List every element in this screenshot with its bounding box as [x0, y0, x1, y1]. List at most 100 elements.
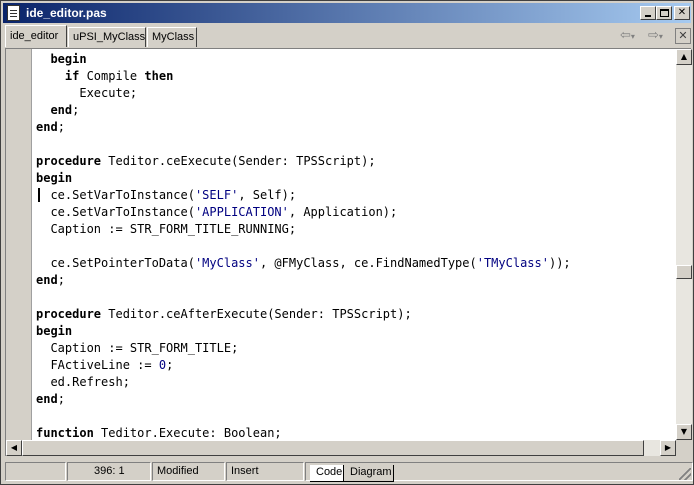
maximize-icon: [660, 9, 669, 17]
chevron-down-icon: ▼: [680, 427, 688, 436]
tab-code[interactable]: Code: [310, 465, 344, 482]
code-line[interactable]: procedure Teditor.ceExecute(Sender: TPSS…: [36, 153, 672, 170]
forward-dropdown-icon: ▾: [658, 32, 663, 41]
code-line[interactable]: end;: [36, 272, 672, 289]
code-keyword: begin: [36, 171, 73, 185]
code-keyword: function: [36, 426, 94, 439]
code-line[interactable]: procedure Teditor.ceAfterExecute(Sender:…: [36, 306, 672, 323]
close-tab-button[interactable]: ✕: [675, 28, 691, 44]
code-line[interactable]: Caption := STR_FORM_TITLE;: [36, 340, 672, 357]
code-line[interactable]: FActiveLine := 0;: [36, 357, 672, 374]
code-line[interactable]: Caption := STR_FORM_TITLE_RUNNING;: [36, 221, 672, 238]
close-window-button[interactable]: ✕: [674, 6, 690, 20]
minimize-icon: [645, 15, 651, 17]
code-keyword: then: [144, 69, 174, 83]
code-text: ));: [548, 256, 571, 270]
tab-upsi-myclass[interactable]: uPSI_MyClass: [68, 27, 146, 47]
code-text: Compile: [79, 69, 145, 83]
code-literal: 'APPLICATION': [194, 205, 289, 219]
code-line[interactable]: begin: [36, 51, 672, 68]
code-line[interactable]: ce.SetVarToInstance('SELF', Self);: [36, 187, 672, 204]
code-text: Teditor.ceAfterExecute(Sender: TPSScript…: [101, 307, 412, 321]
code-keyword: procedure: [36, 154, 102, 168]
horizontal-scrollbar[interactable]: ◀ ▶: [6, 440, 676, 456]
code-line[interactable]: end;: [36, 102, 672, 119]
text-caret: [38, 188, 40, 202]
back-glyph: ⇦: [620, 28, 631, 43]
chevron-up-icon: ▲: [680, 52, 688, 61]
code-text: , Self);: [238, 188, 297, 202]
code-line[interactable]: ce.SetVarToInstance('APPLICATION', Appli…: [36, 204, 672, 221]
vertical-scrollbar[interactable]: ▲ ▼: [676, 49, 692, 440]
cursor-position: 396: 1: [67, 462, 151, 481]
tab-diagram[interactable]: Diagram: [344, 465, 394, 482]
scroll-up-button[interactable]: ▲: [676, 49, 692, 65]
code-line[interactable]: [36, 408, 672, 425]
code-text: ce.SetVarToInstance(: [36, 188, 195, 202]
code-keyword: begin: [36, 324, 73, 338]
editor-gutter[interactable]: [6, 49, 32, 440]
title-bar[interactable]: ide_editor.pas ✕: [3, 3, 691, 23]
code-text: ;: [166, 358, 174, 372]
resize-grip-icon[interactable]: [679, 468, 691, 480]
code-keyword: end: [36, 392, 58, 406]
window-title: ide_editor.pas: [26, 6, 107, 20]
close-icon: ✕: [677, 7, 687, 18]
code-line[interactable]: [36, 238, 672, 255]
code-line[interactable]: function Teditor.Execute: Boolean;: [36, 425, 672, 439]
code-text: Execute;: [36, 86, 138, 100]
arrow-left-icon[interactable]: ⇦▾: [620, 29, 642, 44]
code-line[interactable]: Execute;: [36, 85, 672, 102]
back-dropdown-icon: ▾: [630, 32, 635, 41]
code-line[interactable]: [36, 136, 672, 153]
code-keyword: procedure: [36, 307, 102, 321]
code-text: , @FMyClass, ce.FindNamedType(: [259, 256, 477, 270]
code-editor[interactable]: begin if Compile then Execute; end; end; p…: [5, 48, 692, 456]
code-literal: 'SELF': [194, 188, 239, 202]
close-tab-icon: ✕: [678, 29, 688, 42]
tab-ide-editor[interactable]: ide_editor: [5, 25, 67, 47]
code-keyword: if: [64, 69, 80, 83]
code-text: ce.SetVarToInstance(: [36, 205, 195, 219]
status-bar: 396: 1 Modified Insert Code Diagram: [3, 460, 693, 482]
code-text: ;: [57, 392, 65, 406]
code-line[interactable]: begin: [36, 323, 672, 340]
code-line[interactable]: end;: [36, 119, 672, 136]
code-keyword: end: [36, 273, 58, 287]
code-line[interactable]: begin: [36, 170, 672, 187]
code-line[interactable]: if Compile then: [36, 68, 672, 85]
insert-mode-indicator: Insert: [226, 462, 304, 481]
minimize-button[interactable]: [640, 6, 656, 20]
code-literal: 0: [158, 358, 167, 372]
scroll-right-button[interactable]: ▶: [660, 440, 676, 456]
code-line[interactable]: ce.SetPointerToData('MyClass', @FMyClass…: [36, 255, 672, 272]
code-literal: 'MyClass': [194, 256, 260, 270]
scroll-left-button[interactable]: ◀: [6, 440, 22, 456]
code-keyword: end: [50, 103, 73, 117]
code-area[interactable]: begin if Compile then Execute; end; end; p…: [36, 51, 672, 439]
view-tabs-panel: Code Diagram: [305, 462, 693, 482]
chevron-right-icon: ▶: [664, 443, 672, 452]
code-text: ed.Refresh;: [36, 375, 130, 389]
code-text: ;: [57, 120, 65, 134]
code-line[interactable]: ed.Refresh;: [36, 374, 672, 391]
code-text: ce.SetPointerToData(: [36, 256, 195, 270]
code-line[interactable]: [36, 289, 672, 306]
code-line[interactable]: end;: [36, 391, 672, 408]
code-literal: 'TMyClass': [476, 256, 549, 270]
maximize-button[interactable]: [656, 6, 672, 20]
forward-glyph: ⇨: [648, 28, 659, 43]
arrow-right-icon[interactable]: ⇨▾: [648, 29, 670, 44]
file-tab-bar: ide_editor uPSI_MyClass MyClass ⇦▾ ⇨▾ ✕: [3, 25, 693, 47]
horizontal-scroll-thumb[interactable]: [22, 440, 644, 456]
status-panel-empty: [5, 462, 66, 481]
document-icon: [7, 5, 20, 21]
code-text: Caption := STR_FORM_TITLE;: [36, 341, 239, 355]
vertical-scroll-thumb[interactable]: [676, 265, 692, 280]
tab-myclass[interactable]: MyClass: [147, 27, 197, 47]
scroll-down-button[interactable]: ▼: [676, 424, 692, 440]
code-text: FActiveLine :=: [36, 358, 159, 372]
code-keyword: end: [36, 120, 58, 134]
